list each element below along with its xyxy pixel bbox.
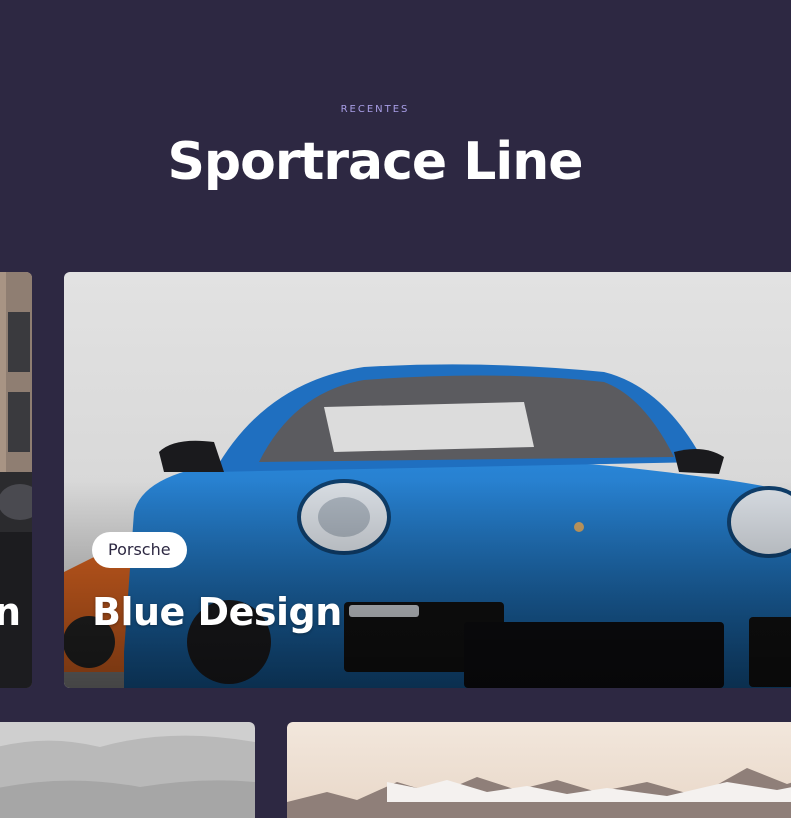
page: RECENTES Sportrace Line n Porsche Blue D…: [0, 0, 791, 818]
card-bottom-left-image: [0, 722, 255, 818]
grid-card-bottom-left[interactable]: [0, 722, 255, 818]
card-bottom-right-image: [287, 722, 791, 818]
section-eyebrow: RECENTES: [340, 104, 410, 115]
section-title: Sportrace Line: [167, 132, 583, 192]
card-main-title[interactable]: Blue Design: [92, 590, 342, 634]
carousel-card-left[interactable]: n: [0, 272, 32, 688]
card-left-title: n: [0, 590, 22, 634]
grid-card-bottom-right[interactable]: [287, 722, 791, 818]
carousel-card-main[interactable]: Porsche Blue Design: [64, 272, 791, 688]
card-tag-brand[interactable]: Porsche: [92, 532, 187, 568]
